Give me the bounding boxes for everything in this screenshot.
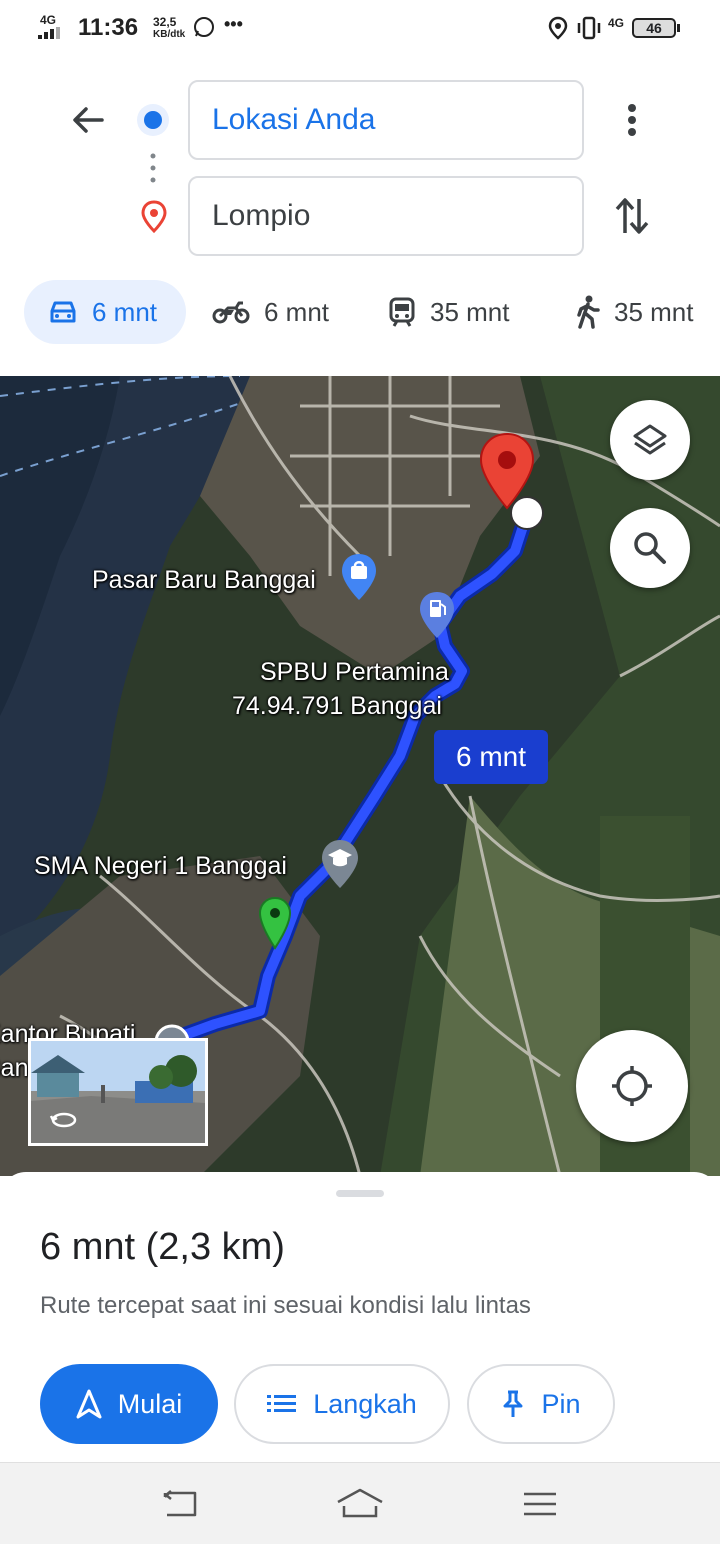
more-vert-icon (628, 104, 636, 136)
destination-input[interactable]: Lompio (188, 176, 584, 256)
shopping-bag-icon[interactable] (340, 552, 378, 602)
steps-label: Langkah (313, 1388, 417, 1419)
back-button[interactable] (64, 96, 112, 144)
pin-icon (503, 1390, 523, 1417)
poi-label-gas-1[interactable]: SPBU Pertamina (260, 658, 449, 687)
destination-pin-icon[interactable] (478, 432, 536, 512)
system-nav-bar (0, 1462, 720, 1544)
poi-label-office-2[interactable]: Ban (0, 1054, 28, 1083)
street-view-thumbnail[interactable] (28, 1038, 208, 1146)
mode-walk-time: 35 mnt (614, 296, 694, 327)
net-speed-unit: KB/dtk (153, 29, 186, 40)
network-type: 4G (40, 13, 57, 27)
net-speed-value: 32,5 (153, 15, 177, 29)
my-location-button[interactable] (576, 1030, 688, 1142)
mode-car-time: 6 mnt (92, 296, 158, 327)
drag-handle[interactable] (336, 1190, 384, 1197)
mode-tab-walk[interactable]: 35 mnt (574, 280, 694, 344)
origin-input[interactable]: Lokasi Anda (188, 80, 584, 160)
more-notifications: ••• (224, 14, 243, 34)
school-icon[interactable] (320, 838, 360, 890)
battery-tip (677, 24, 680, 32)
swap-vert-icon (615, 198, 649, 234)
navigation-icon (76, 1389, 102, 1419)
route-summary: 6 mnt (2,3 km) (40, 1226, 285, 1268)
layers-button[interactable] (610, 400, 690, 480)
motorcycle-icon (212, 301, 250, 324)
steps-button[interactable]: Langkah (234, 1364, 450, 1444)
network-type-right: 4G (608, 16, 625, 30)
walk-icon (577, 295, 600, 329)
clock: 11:36 (78, 14, 139, 41)
bottom-sheet[interactable]: 6 mnt (2,3 km) Rute tercepat saat ini se… (0, 1172, 720, 1462)
poi-label-market[interactable]: Pasar Baru Banggai (92, 566, 316, 595)
signal-icon (38, 27, 60, 39)
search-icon (634, 532, 666, 564)
gas-station-icon[interactable] (418, 590, 456, 640)
vibrate-icon (577, 16, 601, 40)
mode-tab-motorcycle[interactable]: 6 mnt (212, 280, 329, 344)
pin-button[interactable]: Pin (467, 1364, 615, 1444)
route-dots-icon (150, 153, 156, 183)
status-bar: 4G 11:36 32,5 KB/dtk ••• 4G 46 (0, 0, 720, 58)
my-location-icon (612, 1066, 652, 1106)
rotate-360-icon (49, 1112, 77, 1128)
location-icon (548, 16, 568, 40)
arrow-back-icon (73, 107, 104, 133)
start-label: Mulai (117, 1388, 183, 1419)
system-menu-button[interactable] (510, 1479, 570, 1529)
menu-nav-icon (524, 1492, 556, 1516)
route-time-badge[interactable]: 6 mnt (434, 730, 548, 784)
mode-transit-time: 35 mnt (430, 296, 510, 327)
poi-label-gas-2[interactable]: 74.94.791 Banggai (232, 692, 442, 721)
search-button[interactable] (610, 508, 690, 588)
home-nav-icon (337, 1488, 383, 1518)
swap-button[interactable] (610, 190, 654, 242)
destination-marker-icon (141, 200, 167, 234)
list-icon (267, 1395, 297, 1412)
mode-tab-transit[interactable]: 35 mnt (388, 280, 510, 344)
origin-dot-icon (137, 104, 169, 136)
start-navigation-button[interactable]: Mulai (40, 1364, 218, 1444)
pin-label: Pin (541, 1388, 581, 1419)
start-pin-icon[interactable] (258, 896, 292, 950)
train-icon (389, 297, 415, 327)
whatsapp-icon (194, 17, 214, 37)
system-home-button[interactable] (330, 1479, 390, 1529)
mode-motorcycle-time: 6 mnt (264, 296, 330, 327)
car-icon (50, 301, 76, 323)
mode-tab-car[interactable]: 6 mnt (24, 280, 186, 344)
layers-icon (633, 424, 667, 455)
poi-label-school[interactable]: SMA Negeri 1 Banggai (34, 852, 287, 881)
battery-indicator: 46 (632, 18, 676, 38)
map-view[interactable]: Pasar Baru Banggai SPBU Pertamina 74.94.… (0, 376, 720, 1176)
route-description: Rute tercepat saat ini sesuai kondisi la… (40, 1292, 531, 1319)
back-nav-icon (163, 1490, 197, 1517)
more-options-button[interactable] (612, 96, 652, 144)
system-back-button[interactable] (150, 1479, 210, 1529)
